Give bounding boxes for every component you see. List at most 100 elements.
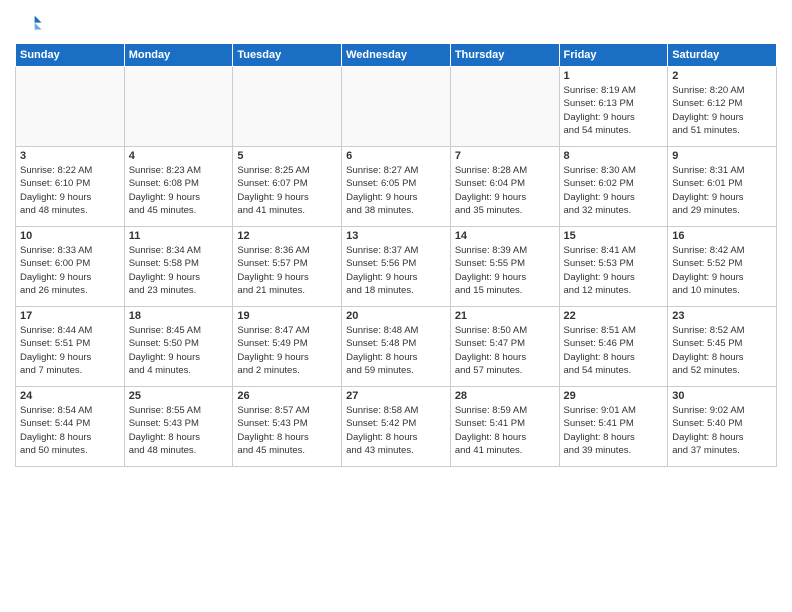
calendar-week-row: 3 Sunrise: 8:22 AM Sunset: 6:10 PM Daylig…	[16, 147, 777, 227]
day-number: 1	[564, 70, 664, 82]
day-info: Sunrise: 8:31 AM Sunset: 6:01 PM Dayligh…	[672, 164, 772, 217]
day-info: Sunrise: 8:27 AM Sunset: 6:05 PM Dayligh…	[346, 164, 446, 217]
calendar-day-cell: 23 Sunrise: 8:52 AM Sunset: 5:45 PM Dayli…	[668, 307, 777, 387]
calendar-day-cell	[450, 67, 559, 147]
day-info: Sunrise: 9:02 AM Sunset: 5:40 PM Dayligh…	[672, 404, 772, 457]
day-number: 15	[564, 230, 664, 242]
calendar-day-cell: 9 Sunrise: 8:31 AM Sunset: 6:01 PM Daylig…	[668, 147, 777, 227]
calendar-day-cell: 6Sunrise: 8:27 AM Sunset: 6:05 PM Daylig…	[342, 147, 451, 227]
day-info: Sunrise: 8:23 AM Sunset: 6:08 PM Dayligh…	[129, 164, 229, 217]
day-info: Sunrise: 8:25 AM Sunset: 6:07 PM Dayligh…	[237, 164, 337, 217]
day-number: 13	[346, 230, 446, 242]
day-info: Sunrise: 9:01 AM Sunset: 5:41 PM Dayligh…	[564, 404, 664, 457]
day-number: 24	[20, 390, 120, 402]
calendar-day-cell: 7 Sunrise: 8:28 AM Sunset: 6:04 PM Daylig…	[450, 147, 559, 227]
calendar-week-row: 10 Sunrise: 8:33 AM Sunset: 6:00 PM Dayli…	[16, 227, 777, 307]
logo-icon	[15, 10, 43, 38]
calendar-week-row: 1 Sunrise: 8:19 AM Sunset: 6:13 PM Daylig…	[16, 67, 777, 147]
day-info: Sunrise: 8:33 AM Sunset: 6:00 PM Dayligh…	[20, 244, 120, 297]
calendar-day-cell: 21 Sunrise: 8:50 AM Sunset: 5:47 PM Dayli…	[450, 307, 559, 387]
calendar-day-cell: 24 Sunrise: 8:54 AM Sunset: 5:44 PM Dayli…	[16, 387, 125, 467]
day-number: 30	[672, 390, 772, 402]
day-info: Sunrise: 8:59 AM Sunset: 5:41 PM Dayligh…	[455, 404, 555, 457]
day-number: 22	[564, 310, 664, 322]
day-number: 8	[564, 150, 664, 162]
weekday-header: Saturday	[668, 44, 777, 67]
calendar-day-cell	[342, 67, 451, 147]
calendar-week-row: 24 Sunrise: 8:54 AM Sunset: 5:44 PM Dayli…	[16, 387, 777, 467]
weekday-header: Wednesday	[342, 44, 451, 67]
day-number: 5	[237, 150, 337, 162]
weekday-header: Monday	[124, 44, 233, 67]
calendar-day-cell: 26 Sunrise: 8:57 AM Sunset: 5:43 PM Dayli…	[233, 387, 342, 467]
day-number: 10	[20, 230, 120, 242]
logo	[15, 10, 47, 38]
calendar-header-row: SundayMondayTuesdayWednesdayThursdayFrid…	[16, 44, 777, 67]
day-info: Sunrise: 8:52 AM Sunset: 5:45 PM Dayligh…	[672, 324, 772, 377]
calendar-day-cell: 14 Sunrise: 8:39 AM Sunset: 5:55 PM Dayli…	[450, 227, 559, 307]
calendar-day-cell: 30 Sunrise: 9:02 AM Sunset: 5:40 PM Dayli…	[668, 387, 777, 467]
weekday-header: Sunday	[16, 44, 125, 67]
day-number: 4	[129, 150, 229, 162]
calendar-day-cell: 16Sunrise: 8:42 AM Sunset: 5:52 PM Dayli…	[668, 227, 777, 307]
day-info: Sunrise: 8:20 AM Sunset: 6:12 PM Dayligh…	[672, 84, 772, 137]
calendar-day-cell: 12Sunrise: 8:36 AM Sunset: 5:57 PM Dayli…	[233, 227, 342, 307]
weekday-header: Thursday	[450, 44, 559, 67]
calendar-day-cell: 15Sunrise: 8:41 AM Sunset: 5:53 PM Dayli…	[559, 227, 668, 307]
calendar-day-cell: 5 Sunrise: 8:25 AM Sunset: 6:07 PM Daylig…	[233, 147, 342, 227]
calendar-day-cell: 17Sunrise: 8:44 AM Sunset: 5:51 PM Dayli…	[16, 307, 125, 387]
day-info: Sunrise: 8:42 AM Sunset: 5:52 PM Dayligh…	[672, 244, 772, 297]
day-info: Sunrise: 8:50 AM Sunset: 5:47 PM Dayligh…	[455, 324, 555, 377]
day-number: 19	[237, 310, 337, 322]
day-number: 28	[455, 390, 555, 402]
day-info: Sunrise: 8:28 AM Sunset: 6:04 PM Dayligh…	[455, 164, 555, 217]
day-number: 27	[346, 390, 446, 402]
day-number: 20	[346, 310, 446, 322]
calendar-day-cell: 25 Sunrise: 8:55 AM Sunset: 5:43 PM Dayli…	[124, 387, 233, 467]
day-number: 23	[672, 310, 772, 322]
page-container: SundayMondayTuesdayWednesdayThursdayFrid…	[0, 0, 792, 472]
calendar-table: SundayMondayTuesdayWednesdayThursdayFrid…	[15, 43, 777, 467]
day-number: 18	[129, 310, 229, 322]
day-info: Sunrise: 8:47 AM Sunset: 5:49 PM Dayligh…	[237, 324, 337, 377]
day-info: Sunrise: 8:54 AM Sunset: 5:44 PM Dayligh…	[20, 404, 120, 457]
calendar-day-cell: 27 Sunrise: 8:58 AM Sunset: 5:42 PM Dayli…	[342, 387, 451, 467]
day-info: Sunrise: 8:51 AM Sunset: 5:46 PM Dayligh…	[564, 324, 664, 377]
calendar-day-cell	[16, 67, 125, 147]
calendar-day-cell: 8 Sunrise: 8:30 AM Sunset: 6:02 PM Daylig…	[559, 147, 668, 227]
day-number: 11	[129, 230, 229, 242]
calendar-day-cell: 2 Sunrise: 8:20 AM Sunset: 6:12 PM Daylig…	[668, 67, 777, 147]
calendar-day-cell: 19 Sunrise: 8:47 AM Sunset: 5:49 PM Dayli…	[233, 307, 342, 387]
day-info: Sunrise: 8:34 AM Sunset: 5:58 PM Dayligh…	[129, 244, 229, 297]
day-info: Sunrise: 8:45 AM Sunset: 5:50 PM Dayligh…	[129, 324, 229, 377]
calendar-day-cell: 28 Sunrise: 8:59 AM Sunset: 5:41 PM Dayli…	[450, 387, 559, 467]
calendar-day-cell	[124, 67, 233, 147]
calendar-day-cell: 3 Sunrise: 8:22 AM Sunset: 6:10 PM Daylig…	[16, 147, 125, 227]
day-number: 25	[129, 390, 229, 402]
calendar-day-cell: 10 Sunrise: 8:33 AM Sunset: 6:00 PM Dayli…	[16, 227, 125, 307]
day-number: 3	[20, 150, 120, 162]
day-number: 17	[20, 310, 120, 322]
weekday-header: Friday	[559, 44, 668, 67]
day-number: 21	[455, 310, 555, 322]
day-info: Sunrise: 8:55 AM Sunset: 5:43 PM Dayligh…	[129, 404, 229, 457]
calendar-day-cell: 1 Sunrise: 8:19 AM Sunset: 6:13 PM Daylig…	[559, 67, 668, 147]
day-number: 29	[564, 390, 664, 402]
day-info: Sunrise: 8:39 AM Sunset: 5:55 PM Dayligh…	[455, 244, 555, 297]
day-info: Sunrise: 8:30 AM Sunset: 6:02 PM Dayligh…	[564, 164, 664, 217]
day-info: Sunrise: 8:48 AM Sunset: 5:48 PM Dayligh…	[346, 324, 446, 377]
day-number: 9	[672, 150, 772, 162]
day-number: 7	[455, 150, 555, 162]
day-info: Sunrise: 8:22 AM Sunset: 6:10 PM Dayligh…	[20, 164, 120, 217]
day-number: 14	[455, 230, 555, 242]
day-info: Sunrise: 8:58 AM Sunset: 5:42 PM Dayligh…	[346, 404, 446, 457]
calendar-day-cell	[233, 67, 342, 147]
day-number: 26	[237, 390, 337, 402]
calendar-day-cell: 22 Sunrise: 8:51 AM Sunset: 5:46 PM Dayli…	[559, 307, 668, 387]
day-info: Sunrise: 8:57 AM Sunset: 5:43 PM Dayligh…	[237, 404, 337, 457]
day-info: Sunrise: 8:37 AM Sunset: 5:56 PM Dayligh…	[346, 244, 446, 297]
day-number: 2	[672, 70, 772, 82]
calendar-week-row: 17Sunrise: 8:44 AM Sunset: 5:51 PM Dayli…	[16, 307, 777, 387]
calendar-day-cell: 29 Sunrise: 9:01 AM Sunset: 5:41 PM Dayli…	[559, 387, 668, 467]
day-info: Sunrise: 8:19 AM Sunset: 6:13 PM Dayligh…	[564, 84, 664, 137]
